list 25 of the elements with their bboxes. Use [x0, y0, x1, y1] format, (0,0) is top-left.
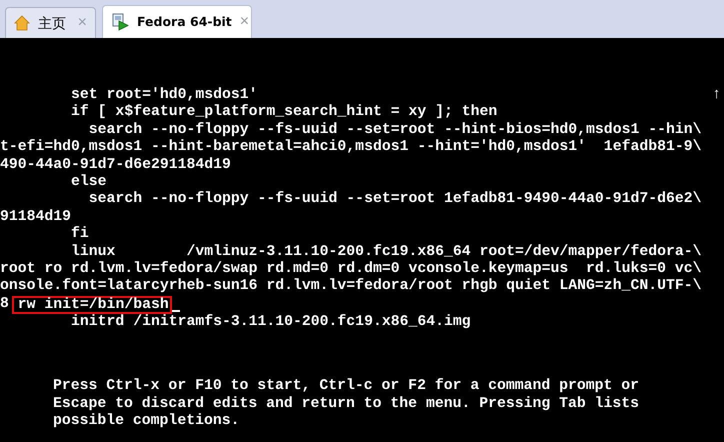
tab-label: Fedora 64-bit: [137, 12, 232, 31]
scroll-arrow-icon: ↑: [712, 87, 721, 104]
highlighted-command: rw init=/bin/bash: [12, 296, 172, 314]
console-line: else: [70, 174, 107, 191]
console-line: root ro rd.lvm.lv=fedora/swap rd.md=0 rd.dm=0 vconsole.keymap=us rd.luks=0 vc\: [0, 261, 702, 278]
house-icon: [14, 15, 30, 31]
virtual-machine-icon: [111, 13, 129, 31]
console-line: linux /vmlinuz-3.11.10-200.fc19.x86_64 root=/dev/mapper/fedora-\: [70, 244, 702, 261]
console-line: if [ x$feature_platform_search_hint = xy ]; then: [70, 104, 498, 122]
console-line: t-efi=hd0,msdos1 --hint-baremetal=ahci0,msdos1 --hint='hd0,msdos1' 1efadb81-9\: [0, 139, 702, 157]
console-line: search --no-floppy --fs-uuid --set=root 1efadb81-9490-44a0-91d7-d6e2\: [88, 191, 702, 209]
console-line: fi: [70, 226, 89, 244]
help-text: Escape to discard edits and return to the menu. Pressing Tab lists: [53, 396, 640, 413]
console-line: onsole.font=latarcyrheb-sun16 rd.lvm.lv=fedora/root rhgb quiet LANG=zh_CN.UTF-\: [0, 278, 702, 296]
console-line: search --no-floppy --fs-uuid --set=root --hint-bios=hd0,msdos1 --hin\: [88, 122, 702, 139]
help-text: possible completions.: [53, 413, 240, 430]
console-line: set root='hd0,msdos1': [70, 87, 258, 104]
help-text: Press Ctrl-x or F10 to start, Ctrl-c or F2 for a command prompt or: [53, 378, 640, 396]
console-line: 490-44a0-91d7-d6e291184d19: [0, 156, 231, 174]
console-line: initrd /initramfs-3.11.10-200.fc19.x86_64.img: [70, 314, 471, 332]
tab-label: 主页: [38, 14, 66, 32]
tab[interactable]: Fedora 64-bit ×: [102, 5, 252, 38]
console-line: 8: [0, 296, 10, 314]
console-line: 91184d19: [0, 208, 72, 226]
tab[interactable]: 主页 ×: [5, 7, 96, 38]
